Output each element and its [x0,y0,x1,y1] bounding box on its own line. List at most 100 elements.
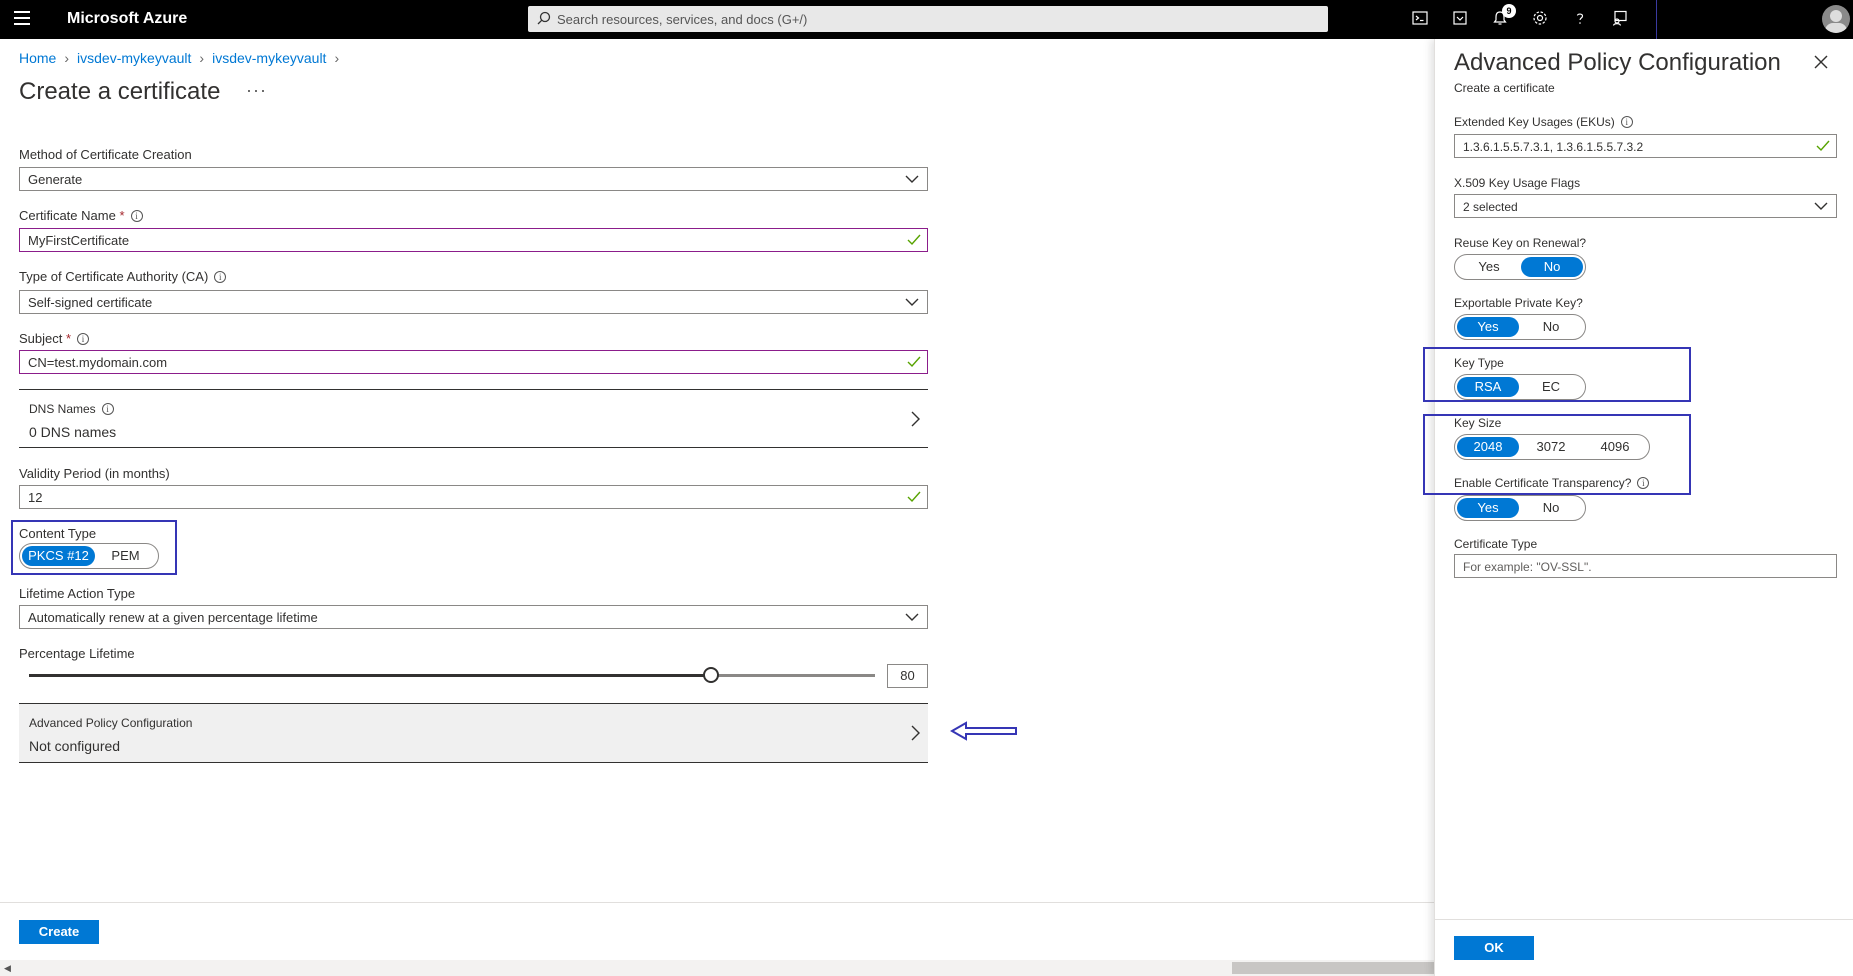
method-value: Generate [28,172,83,187]
close-icon[interactable] [1814,55,1828,69]
breadcrumb-home-link[interactable]: Home [19,50,56,66]
top-bar: Microsoft Azure Search resources, servic… [0,0,1853,39]
info-icon[interactable]: i [101,403,114,415]
percentage-slider-thumb[interactable] [703,667,719,683]
percentage-value-input[interactable]: 80 [887,664,928,688]
subject-value: CN=test.mydomain.com [28,355,168,370]
footer-divider [0,902,1434,903]
cert-type-input[interactable]: For example: "OV-SSL". [1454,554,1837,578]
page-title: Create a certificate [19,78,221,105]
info-icon[interactable]: i [1620,116,1633,128]
panel-title: Advanced Policy Configuration [1454,49,1781,76]
chevron-right-icon [911,725,920,741]
key-size-option-4096[interactable]: 4096 [1583,437,1647,457]
x509-label: X.509 Key Usage Flags [1454,176,1581,190]
transparency-option-yes[interactable]: Yes [1457,498,1519,518]
settings-gear-icon[interactable] [1520,0,1560,39]
key-size-option-3072[interactable]: 3072 [1519,437,1583,457]
lifetime-action-dropdown[interactable]: Automatically renew at a given percentag… [19,605,928,629]
subject-input[interactable]: CN=test.mydomain.com [19,350,928,374]
key-size-label: Key Size [1454,416,1502,430]
validity-input[interactable]: 12 [19,485,928,509]
panel-footer-divider [1435,919,1853,920]
feedback-icon[interactable] [1600,0,1640,39]
content-type-toggle[interactable]: PKCS #12 PEM [19,543,159,569]
dns-names-label: DNS Names i [29,402,114,416]
chevron-down-icon [905,298,919,306]
notification-count-badge: 9 [1502,4,1516,18]
advanced-policy-row[interactable]: Advanced Policy Configuration Not config… [19,703,928,763]
cloud-shell-icon[interactable] [1400,0,1440,39]
info-icon[interactable]: i [77,333,90,345]
checkmark-icon [907,356,921,368]
cert-name-label: Certificate Name * i [19,208,143,223]
chevron-right-icon: › [64,50,70,66]
key-type-label: Key Type [1454,356,1504,370]
transparency-toggle[interactable]: Yes No [1454,495,1586,521]
hamburger-menu-icon[interactable] [14,11,30,25]
search-input[interactable]: Search resources, services, and docs (G+… [528,6,1328,32]
checkmark-icon [907,234,921,246]
validity-value: 12 [28,490,43,505]
search-icon [537,11,551,25]
ca-type-label-text: Type of Certificate Authority (CA) [19,269,209,284]
help-question-icon[interactable] [1560,0,1600,39]
transparency-option-no[interactable]: No [1519,498,1583,518]
exportable-option-yes[interactable]: Yes [1457,317,1519,337]
exportable-label: Exportable Private Key? [1454,296,1583,310]
panel-subtitle: Create a certificate [1454,81,1555,95]
chevron-right-icon: › [334,50,340,66]
cert-type-label: Certificate Type [1454,537,1538,551]
reuse-key-label: Reuse Key on Renewal? [1454,236,1587,250]
percentage-slider-rest[interactable] [711,674,875,677]
method-dropdown[interactable]: Generate [19,167,928,191]
info-icon[interactable]: i [214,271,227,283]
info-icon[interactable]: i [1637,477,1650,489]
breadcrumb-keyvault-link-2[interactable]: ivsdev-mykeyvault [212,50,326,66]
cert-name-value: MyFirstCertificate [28,233,130,248]
reuse-key-option-no[interactable]: No [1521,257,1583,277]
ca-type-dropdown[interactable]: Self-signed certificate [19,290,928,314]
eku-input[interactable]: 1.3.6.1.5.5.7.3.1, 1.3.6.1.5.5.7.3.2 [1454,134,1837,158]
more-options-icon[interactable]: ··· [246,80,267,101]
validity-label: Validity Period (in months) [19,466,170,481]
key-type-option-rsa[interactable]: RSA [1457,377,1519,397]
advanced-policy-panel: Advanced Policy Configuration Create a c… [1423,39,1853,976]
x509-dropdown[interactable]: 2 selected [1454,194,1837,218]
percentage-label: Percentage Lifetime [19,646,135,661]
content-type-label: Content Type [19,526,97,541]
key-type-option-ec[interactable]: EC [1519,377,1583,397]
search-placeholder: Search resources, services, and docs (G+… [557,12,808,27]
chevron-down-icon [1814,202,1828,210]
scroll-left-icon[interactable]: ◀ [4,963,11,974]
lifetime-action-value: Automatically renew at a given percentag… [28,610,318,625]
horizontal-scrollbar[interactable]: ◀ [0,960,1434,976]
annotation-arrow-icon [950,721,1017,741]
info-icon[interactable]: i [130,210,143,222]
chevron-down-icon [905,175,919,183]
key-size-option-2048[interactable]: 2048 [1457,437,1519,457]
key-type-toggle[interactable]: RSA EC [1454,374,1586,400]
directory-filter-icon[interactable] [1440,0,1480,39]
exportable-option-no[interactable]: No [1519,317,1583,337]
notifications-bell-icon[interactable]: 9 [1480,0,1520,39]
content-type-option-pkcs12[interactable]: PKCS #12 [22,546,95,566]
scrollbar-thumb[interactable] [1232,962,1434,974]
dns-names-row[interactable]: DNS Names i 0 DNS names [19,389,928,448]
exportable-toggle[interactable]: Yes No [1454,314,1586,340]
content-type-option-pem[interactable]: PEM [95,546,156,566]
chevron-down-icon [905,613,919,621]
chevron-right-icon: › [199,50,205,66]
key-size-toggle[interactable]: 2048 3072 4096 [1454,434,1650,460]
brand-logo-text[interactable]: Microsoft Azure [67,10,187,28]
user-avatar[interactable] [1822,5,1850,33]
cert-name-input[interactable]: MyFirstCertificate [19,228,928,252]
ok-button[interactable]: OK [1454,936,1534,960]
ca-type-value: Self-signed certificate [28,295,153,310]
method-label: Method of Certificate Creation [19,147,192,162]
reuse-key-toggle[interactable]: Yes No [1454,254,1586,280]
subject-label: Subject * i [19,331,90,346]
reuse-key-option-yes[interactable]: Yes [1457,257,1521,277]
create-button[interactable]: Create [19,920,99,944]
breadcrumb-keyvault-link[interactable]: ivsdev-mykeyvault [77,50,191,66]
